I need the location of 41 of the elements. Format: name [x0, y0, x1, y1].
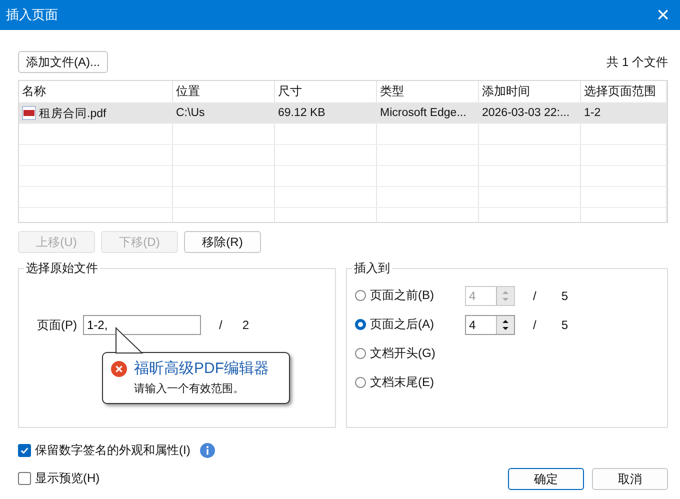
list-button[interactable]: 移除(R) [184, 231, 261, 253]
column-header[interactable]: 添加时间 [479, 81, 581, 102]
page-spinner[interactable]: 4 [465, 314, 515, 334]
column-header[interactable]: 位置 [173, 81, 275, 102]
file-row[interactable]: 租房合同.pdf C:\Us 69.12 KB Microsoft Edge... 2026-03-03 22:... 1-2 [19, 103, 667, 124]
file-count: 共 1 个文件 [606, 54, 668, 70]
page-total: 2 [242, 318, 250, 332]
radio-option[interactable]: 文档开头(G) [355, 345, 465, 362]
group-title: 插入到 [352, 260, 392, 277]
radio-option[interactable]: 页面之前(B) [355, 287, 465, 304]
error-icon [111, 360, 127, 376]
pdf-file-icon [22, 106, 36, 120]
slash: / [533, 318, 536, 332]
page-total: 5 [561, 318, 568, 332]
column-header[interactable]: 选择页面范围 [581, 81, 667, 102]
table-cell: Microsoft Edge... [377, 103, 479, 123]
info-icon[interactable] [200, 442, 216, 458]
column-header[interactable]: 类型 [377, 81, 479, 102]
close-button[interactable]: × [646, 0, 680, 30]
page-total: 5 [561, 288, 568, 302]
column-header[interactable]: 尺寸 [275, 81, 377, 102]
group-title: 选择原始文件 [24, 260, 100, 277]
table-cell: 1-2 [581, 103, 667, 123]
radio-option[interactable]: 页面之后(A) [355, 316, 465, 333]
slash: / [533, 288, 536, 302]
table-cell: C:\Us [173, 103, 275, 123]
slash: / [219, 318, 222, 332]
table-cell: 租房合同.pdf [19, 103, 173, 123]
radio-option[interactable]: 文档末尾(E) [355, 374, 465, 391]
dialog-button[interactable]: 取消 [592, 468, 668, 490]
field-label: 页面(P) [37, 316, 77, 334]
table-cell: 2026-03-03 22:... [479, 103, 581, 123]
window-title: 插入页面 [6, 6, 58, 24]
dialog-button[interactable]: 确定 [508, 468, 584, 490]
add-file-button[interactable]: 添加文件(A)... [18, 51, 108, 73]
table-cell: 69.12 KB [275, 103, 377, 123]
tooltip-message: 请输入一个有效范围。 [134, 382, 245, 396]
checkbox[interactable]: 保留数字签名的外观和属性(I) [18, 442, 190, 458]
checkbox[interactable]: 显示预览(H) [18, 470, 100, 486]
tooltip-title: 福昕高级PDF编辑器 [134, 359, 269, 378]
column-header[interactable]: 名称 [19, 81, 173, 102]
